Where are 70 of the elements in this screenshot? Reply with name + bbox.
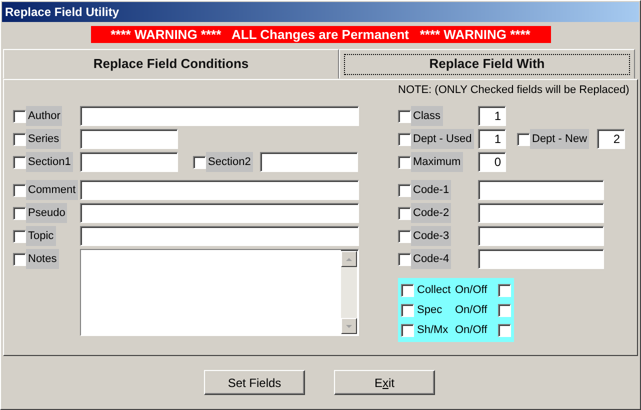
- checkbox[interactable]: [498, 324, 511, 336]
- field-label: Dept - Used: [411, 129, 474, 149]
- field-label: Comment: [26, 180, 78, 200]
- field-label: Code-3: [411, 226, 452, 246]
- input-field[interactable]: 0: [478, 152, 506, 172]
- input-field[interactable]: 1: [478, 129, 506, 149]
- checkbox[interactable]: [398, 206, 411, 220]
- input-field[interactable]: [80, 106, 359, 126]
- note-text: NOTE: (ONLY Checked fields will be Replaced): [398, 83, 630, 97]
- input-field[interactable]: [80, 226, 359, 246]
- input-field[interactable]: [80, 129, 178, 149]
- set-fields-button[interactable]: Set Fields: [204, 370, 305, 395]
- field-label: Pseudo: [26, 203, 68, 223]
- scrollbar[interactable]: [341, 251, 357, 334]
- input-field[interactable]: [80, 180, 359, 200]
- section-header: Replace Field Conditions: [3, 49, 339, 79]
- checkbox[interactable]: [13, 230, 26, 242]
- toggle-label: On/Off: [455, 282, 488, 298]
- warning-banner: **** WARNING **** ALL Changes are Permanent **** WARNING ****: [90, 26, 550, 43]
- field-label: Author: [26, 106, 62, 126]
- field-label: Code-2: [411, 203, 452, 223]
- scroll-down-button[interactable]: [341, 318, 357, 334]
- exit-button[interactable]: Exit: [334, 370, 435, 395]
- input-field[interactable]: [478, 180, 604, 200]
- checkbox[interactable]: [13, 252, 26, 266]
- field-label: Section2: [206, 152, 253, 172]
- input-field[interactable]: [478, 249, 604, 269]
- checkbox[interactable]: [401, 304, 414, 316]
- checkbox[interactable]: [517, 132, 530, 146]
- checkbox[interactable]: [401, 324, 414, 336]
- input-field[interactable]: [80, 203, 359, 223]
- toggle-label: Sh/Mx: [416, 322, 450, 338]
- input-field[interactable]: [478, 203, 604, 223]
- notes-field[interactable]: [80, 249, 359, 336]
- checkbox[interactable]: [398, 156, 411, 168]
- input-field[interactable]: [478, 226, 604, 246]
- checkbox[interactable]: [398, 184, 411, 196]
- field-label: Code-1: [411, 180, 452, 200]
- section-header: Replace Field With: [339, 49, 635, 79]
- checkbox[interactable]: [13, 132, 26, 146]
- toggle-label: Spec: [416, 302, 444, 318]
- toggle-label: On/Off: [455, 322, 488, 338]
- field-label: Section1: [26, 152, 73, 172]
- field-label: Topic: [26, 226, 56, 246]
- field-label: Dept - New: [530, 129, 590, 149]
- checkbox[interactable]: [13, 110, 26, 122]
- checkbox[interactable]: [498, 284, 511, 296]
- input-field[interactable]: [260, 152, 358, 172]
- checkbox[interactable]: [193, 156, 206, 168]
- checkbox[interactable]: [398, 132, 411, 146]
- field-label: Maximum: [411, 152, 463, 172]
- input-field[interactable]: 1: [478, 106, 506, 126]
- checkbox[interactable]: [398, 110, 411, 122]
- input-field[interactable]: 2: [597, 129, 625, 149]
- field-label: Notes: [26, 249, 59, 269]
- field-label: Series: [26, 129, 62, 149]
- window-title: Replace Field Utility: [5, 4, 120, 21]
- checkbox[interactable]: [13, 206, 26, 220]
- checkbox[interactable]: [401, 284, 414, 296]
- field-label: Code-4: [411, 249, 452, 269]
- input-field[interactable]: [80, 152, 178, 172]
- checkbox[interactable]: [398, 230, 411, 242]
- checkbox[interactable]: [13, 156, 26, 168]
- toggle-label: On/Off: [455, 302, 488, 318]
- checkbox[interactable]: [398, 252, 411, 266]
- field-label: Class: [411, 106, 443, 126]
- checkbox[interactable]: [498, 304, 511, 316]
- toggle-label: Collect: [416, 282, 452, 298]
- scroll-up-button[interactable]: [341, 251, 357, 267]
- checkbox[interactable]: [13, 184, 26, 196]
